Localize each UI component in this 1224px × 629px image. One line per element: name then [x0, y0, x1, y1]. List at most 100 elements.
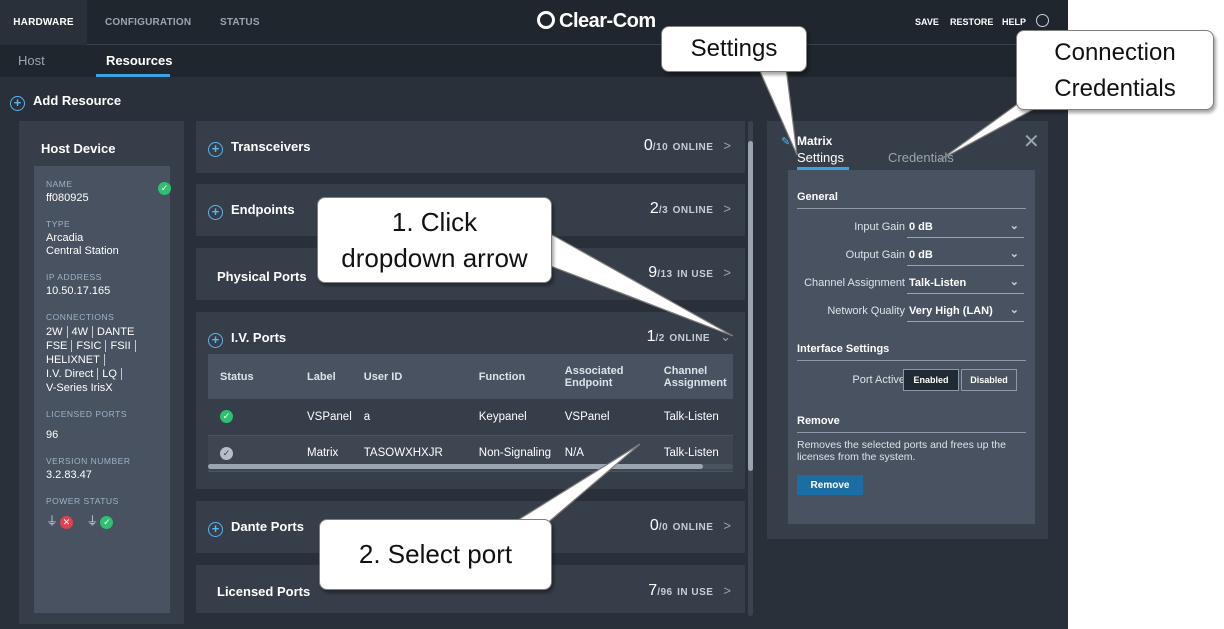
host-details: NAME ✓ ff080925 TYPE Arcadia Central Sta…: [34, 166, 171, 613]
chevron-right-icon[interactable]: >: [723, 138, 731, 153]
remove-button[interactable]: Remove: [797, 475, 863, 495]
network-quality-row: Network Quality Very High (LAN) ⌄: [797, 299, 1026, 324]
tab-settings[interactable]: Settings: [797, 150, 844, 165]
channel-assignment-select[interactable]: Talk-Listen ⌄: [907, 272, 1024, 294]
column-header[interactable]: Function: [466, 354, 553, 399]
nav-tab-hardware[interactable]: HARDWARE: [0, 0, 87, 45]
network-quality-label: Network Quality: [827, 305, 905, 317]
dante-ports-label: Dante Ports: [231, 519, 304, 534]
transceivers-title: + Transceivers: [208, 139, 311, 157]
top-nav-bar: HARDWARE CONFIGURATION STATUS Clear-Com …: [0, 0, 1068, 45]
subtab-host[interactable]: Host: [18, 53, 45, 68]
chevron-right-icon[interactable]: >: [723, 583, 731, 598]
restore-button[interactable]: RESTORE: [950, 0, 993, 45]
column-header[interactable]: User ID: [351, 354, 467, 399]
column-header[interactable]: Status: [208, 354, 295, 399]
column-header[interactable]: Associated Endpoint: [552, 354, 652, 399]
network-quality-select[interactable]: Very High (LAN) ⌄: [907, 300, 1024, 322]
iv-ports-count: 1/2 ONLINE ⌄: [647, 328, 731, 346]
count-status: ONLINE: [669, 333, 711, 344]
channel-assignment-row: Channel Assignment Talk-Listen ⌄: [797, 271, 1026, 296]
count-value: 9: [648, 264, 658, 281]
vertical-scrollbar[interactable]: [748, 121, 753, 616]
version-value: 3.2.83.47: [46, 469, 92, 481]
remove-heading: Remove: [797, 393, 1026, 433]
close-icon[interactable]: ✕: [1023, 129, 1040, 154]
input-gain-row: Input Gain 0 dB ⌄: [797, 215, 1026, 240]
licensed-ports-count: 7/96 IN USE >: [648, 582, 731, 600]
plus-circle-icon[interactable]: +: [208, 205, 223, 220]
port-settings-panel: ✎ Matrix ✕ Settings Credentials General …: [767, 121, 1048, 539]
count-status: IN USE: [677, 587, 714, 598]
callout-line: Credentials: [1054, 75, 1176, 102]
endpoints-label: Endpoints: [231, 202, 295, 217]
count-status: ONLINE: [672, 142, 714, 153]
connection-2w: 2W: [46, 326, 68, 338]
count-total: /3: [658, 205, 669, 216]
add-resource-label: Add Resource: [33, 93, 122, 108]
callout-line: Connection: [1054, 39, 1176, 66]
power-status-row: ⏚ ✕ ⏚ ✓: [46, 512, 158, 529]
chevron-right-icon[interactable]: >: [723, 518, 731, 533]
status-cell: ✓: [208, 399, 295, 436]
callout-line: 1. Click: [391, 207, 478, 237]
count-value: 1: [646, 328, 656, 345]
count-value: 0: [649, 517, 659, 534]
scrollbar-thumb[interactable]: [748, 141, 753, 471]
transceivers-section[interactable]: + Transceivers 0/10 ONLINE >: [196, 121, 745, 173]
physical-ports-count: 9/13 IN USE >: [648, 264, 731, 282]
settings-form: General Input Gain 0 dB ⌄ Output Gain 0 d…: [788, 170, 1035, 524]
remove-description: Removes the selected ports and frees up …: [797, 439, 1006, 463]
logo-mark-icon: [537, 11, 555, 29]
column-header[interactable]: Label: [295, 354, 352, 399]
select-value: Talk-Listen: [909, 277, 967, 289]
iv-ports-table: Status Label User ID Function Associated…: [208, 354, 733, 472]
callout-line: dropdown arrow: [341, 243, 528, 273]
name-label: NAME: [46, 179, 73, 189]
add-resource-button[interactable]: + Add Resource: [10, 93, 121, 111]
power-plug-icon: ⏚: [86, 514, 99, 528]
plus-circle-icon[interactable]: +: [208, 142, 223, 157]
settings-callout: Settings: [661, 26, 807, 72]
count-total: /96: [657, 587, 673, 598]
endpoint-cell: VSPanel: [552, 399, 652, 436]
connection-credentials-callout: Connection Credentials: [1016, 30, 1214, 110]
save-button[interactable]: SAVE: [915, 0, 939, 45]
dante-ports-title: + Dante Ports: [208, 519, 304, 537]
output-gain-row: Output Gain 0 dB ⌄: [797, 243, 1026, 268]
endpoints-count: 2/3 ONLINE >: [650, 200, 731, 218]
nav-tab-configuration[interactable]: CONFIGURATION: [105, 0, 191, 45]
port-active-row: Port Active Enabled Disabled: [797, 368, 1026, 393]
version-label: VERSION NUMBER: [46, 456, 131, 466]
connection-helixnet: HELIXNET: [46, 354, 105, 366]
subtab-resources[interactable]: Resources: [106, 53, 172, 68]
power-fault-icon: ✕: [60, 516, 74, 529]
iv-ports-label: I.V. Ports: [231, 330, 287, 345]
column-header[interactable]: Channel Assignment: [651, 354, 733, 399]
port-active-label: Port Active: [852, 374, 905, 386]
output-gain-label: Output Gain: [845, 249, 905, 261]
scrollbar-thumb[interactable]: [208, 464, 703, 469]
chevron-down-icon[interactable]: ⌄: [720, 329, 731, 344]
ip-label: IP ADDRESS: [46, 272, 102, 282]
disabled-toggle[interactable]: Disabled: [961, 369, 1017, 391]
plus-circle-icon[interactable]: +: [208, 333, 223, 348]
count-total: /10: [652, 142, 669, 153]
input-gain-select[interactable]: 0 dB ⌄: [907, 216, 1024, 238]
table-row[interactable]: ✓ VSPanel a Keypanel VSPanel Talk-Listen: [208, 399, 733, 436]
licensed-ports-value: 96: [46, 429, 59, 441]
pencil-icon: ✎: [781, 136, 791, 148]
plus-circle-icon[interactable]: +: [208, 522, 223, 537]
physical-ports-title: Physical Ports: [217, 269, 307, 284]
count-status: ONLINE: [672, 522, 714, 533]
enabled-toggle[interactable]: Enabled: [903, 369, 959, 391]
table-horizontal-scrollbar[interactable]: [208, 464, 733, 469]
connections-label: CONNECTIONS: [46, 312, 115, 322]
nav-tab-status[interactable]: STATUS: [220, 0, 260, 45]
output-gain-select[interactable]: 0 dB ⌄: [907, 244, 1024, 266]
connections-list: 2W 4W DANTE FSE FSIC FSII HELIXNET I.V. Dire…: [46, 325, 158, 395]
chevron-right-icon[interactable]: >: [723, 201, 731, 216]
tab-credentials[interactable]: Credentials: [888, 150, 954, 165]
user-icon[interactable]: [1036, 14, 1049, 27]
chevron-right-icon[interactable]: >: [723, 265, 731, 280]
